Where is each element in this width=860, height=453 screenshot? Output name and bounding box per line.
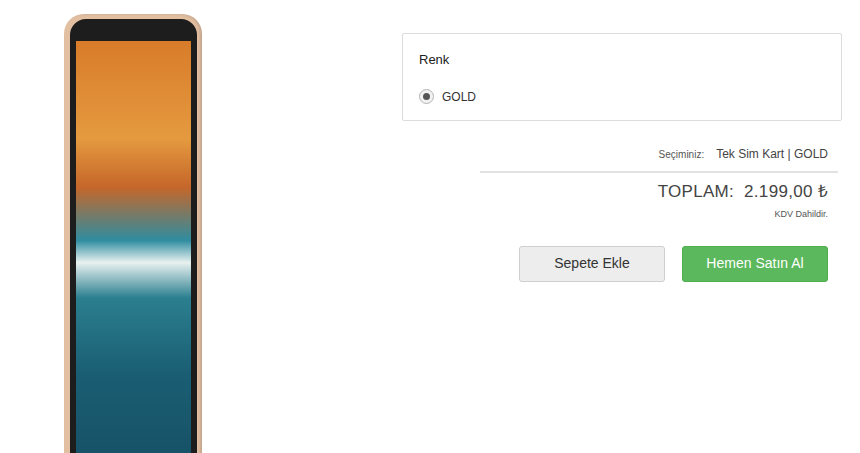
selection-row: Seçiminiz: Tek Sim Kart | GOLD <box>480 121 838 173</box>
selection-label: Seçiminiz: <box>659 149 705 160</box>
color-label: Renk <box>419 50 825 70</box>
product-options: Renk GOLD Seçiminiz: Tek Sim Kart | GOLD TOP… <box>402 0 842 453</box>
buy-now-button[interactable]: Hemen Satın Al <box>682 246 828 282</box>
tax-note: KDV Dahildir. <box>480 204 838 222</box>
total-row: TOPLAM: 2.199,00 ₺ <box>480 173 838 205</box>
total-label: TOPLAM: <box>658 182 734 201</box>
radio-button[interactable] <box>419 89 434 104</box>
button-row: Sepete Ekle Hemen Satın Al <box>480 222 838 282</box>
order-summary: Seçiminiz: Tek Sim Kart | GOLD TOPLAM: 2.19… <box>480 121 838 282</box>
add-to-cart-button[interactable]: Sepete Ekle <box>519 246 665 282</box>
radio-label: GOLD <box>442 88 476 106</box>
total-amount: 2.199,00 ₺ <box>744 182 828 201</box>
phone-image <box>64 14 202 453</box>
color-option-box: Renk GOLD <box>402 33 842 121</box>
selection-value: Tek Sim Kart | GOLD <box>716 147 828 161</box>
color-radio[interactable]: GOLD <box>419 88 825 106</box>
product-gallery <box>0 0 402 453</box>
